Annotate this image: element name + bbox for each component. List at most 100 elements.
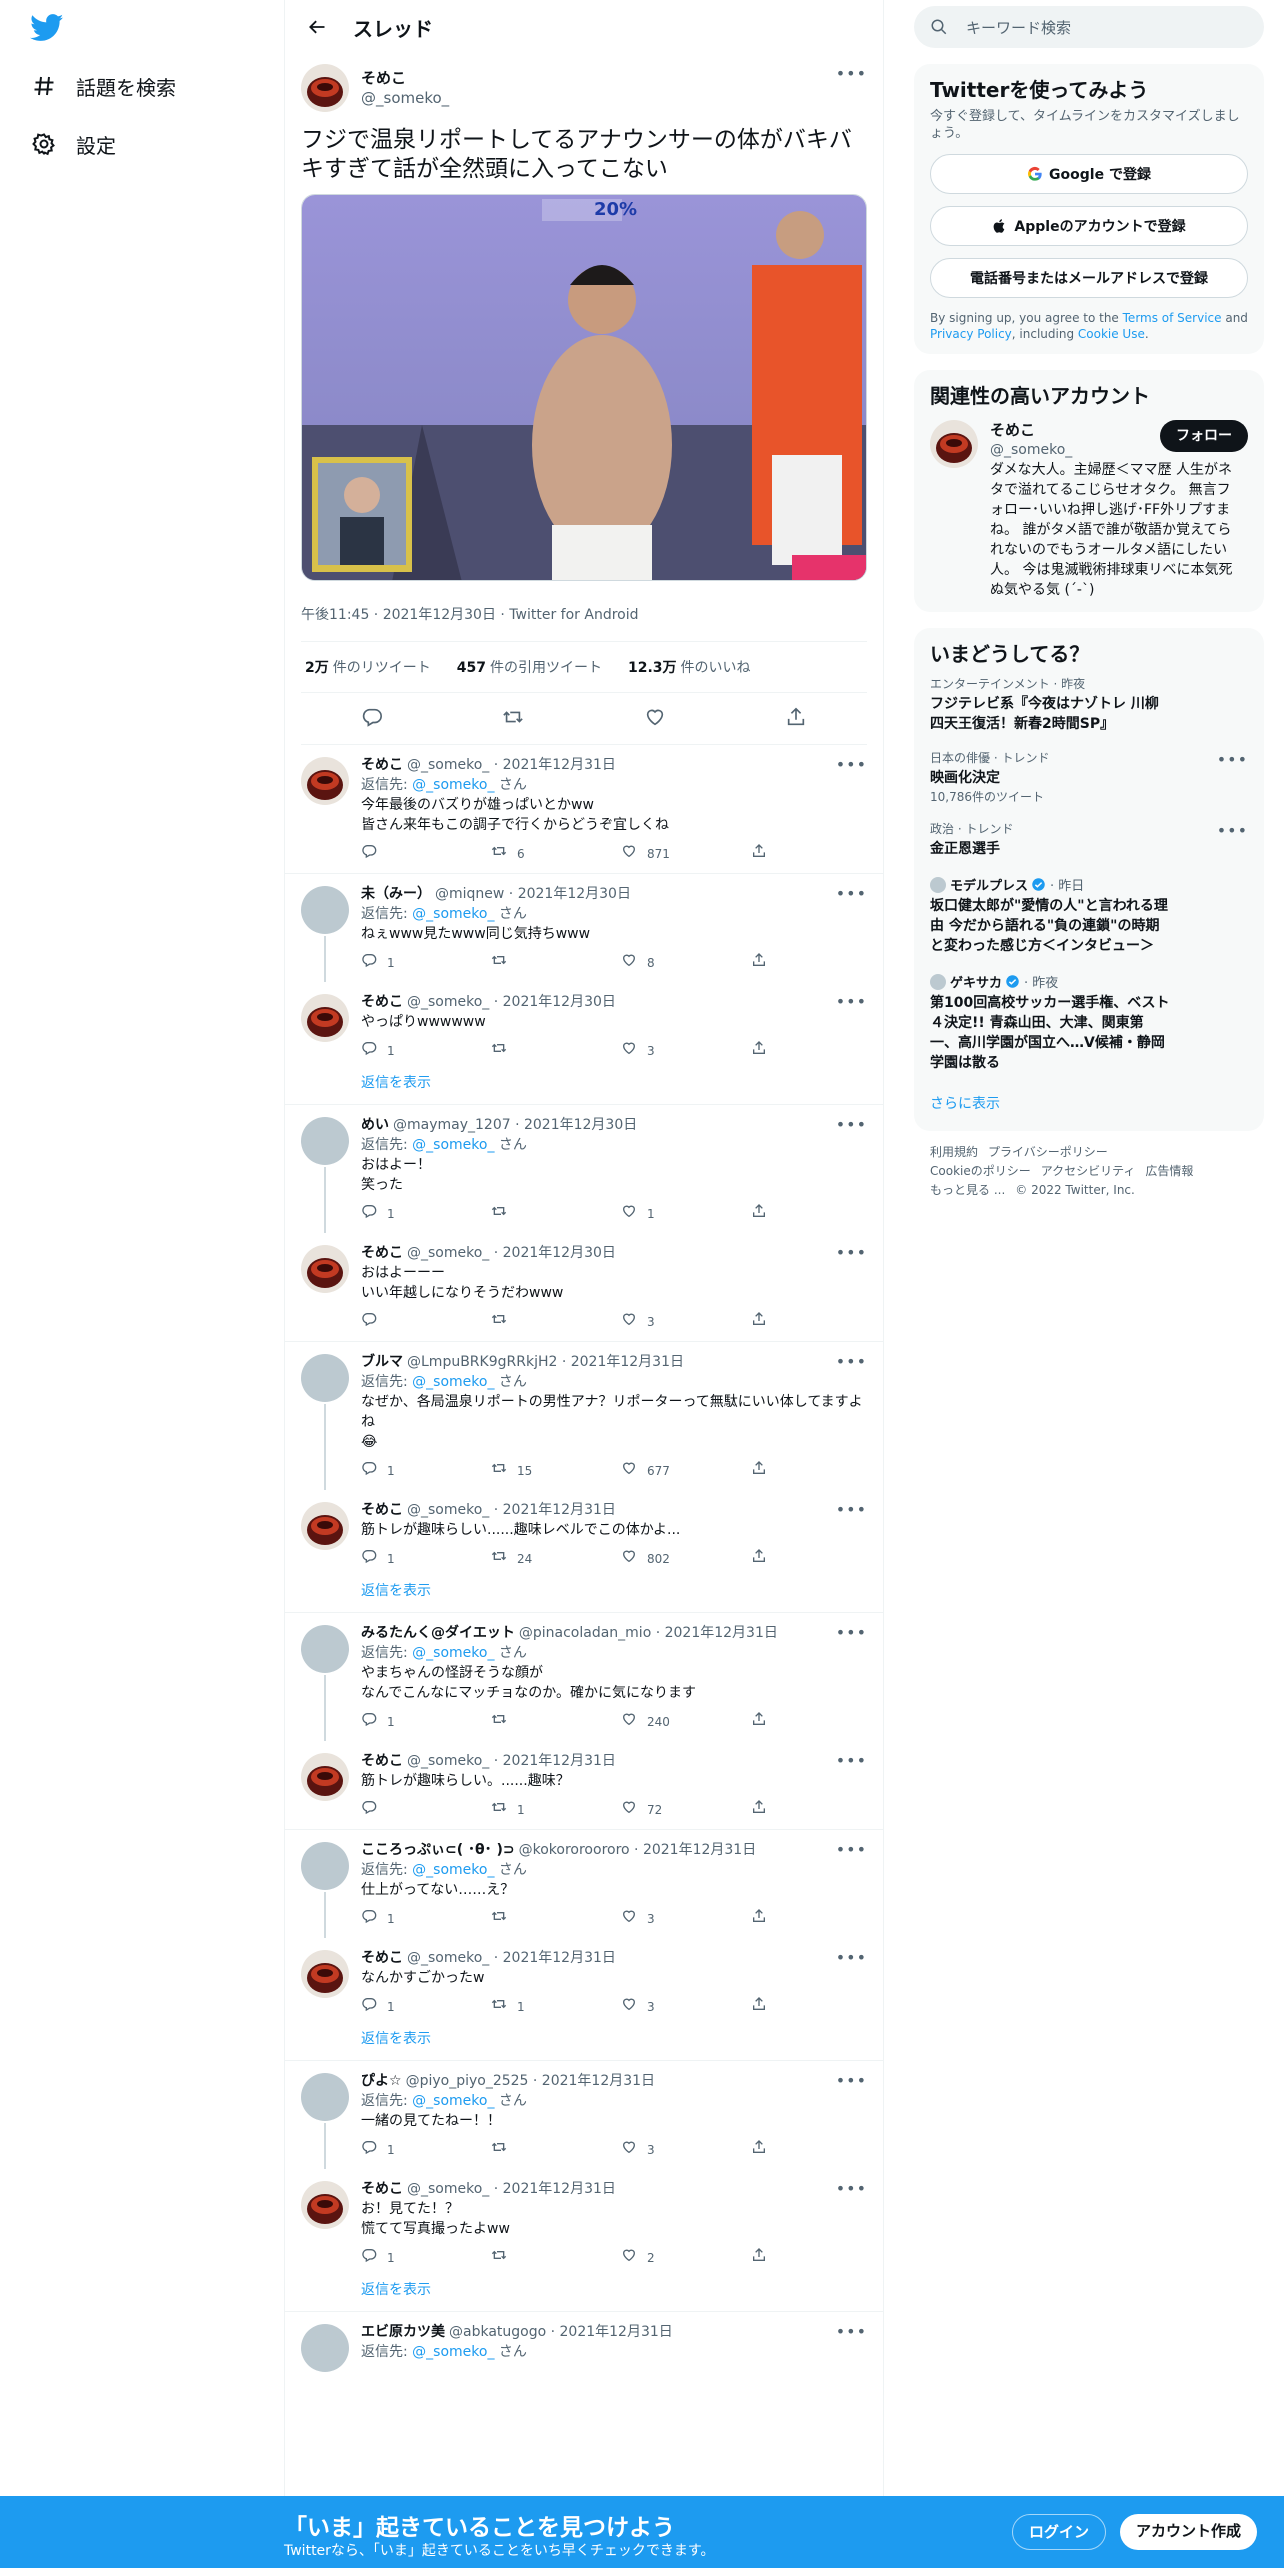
retweet-icon[interactable] <box>502 706 524 732</box>
reply-button[interactable]: 1 <box>361 1460 491 1482</box>
more-icon[interactable]: ••• <box>836 2179 867 2198</box>
footer-terms[interactable]: 利用規約 <box>930 1145 978 1159</box>
footer-more[interactable]: もっと見る ... <box>930 1183 1005 1197</box>
retweet-button[interactable]: 1 <box>491 1996 621 2018</box>
more-icon[interactable]: ••• <box>836 1352 867 1371</box>
show-replies-link[interactable]: 返信を表示 <box>361 2026 867 2060</box>
more-icon[interactable]: ••• <box>836 1948 867 1967</box>
retweet-button[interactable] <box>491 952 621 974</box>
more-icon[interactable]: ••• <box>1217 821 1248 840</box>
reply-author-name[interactable]: そめこ <box>361 755 403 775</box>
news-item[interactable]: ゲキサカ · 昨夜 第100回高校サッカー選手権、ベスト４決定!! 青森山田、大… <box>930 964 1248 1081</box>
search-input[interactable]: キーワード検索 <box>914 6 1264 48</box>
login-button[interactable]: ログイン <box>1012 2514 1107 2550</box>
retweet-button[interactable] <box>491 1311 621 1333</box>
reply-author-name[interactable]: 未（みー） <box>361 884 431 904</box>
reply-author-name[interactable]: ぴよ☆ <box>361 2071 402 2091</box>
reply-button[interactable]: 1 <box>361 1996 491 2018</box>
more-icon[interactable]: ••• <box>836 64 867 83</box>
avatar[interactable] <box>301 1842 349 1890</box>
more-icon[interactable]: ••• <box>836 1243 867 1262</box>
reply-to-handle[interactable]: @_someko_ <box>412 906 494 922</box>
share-button[interactable] <box>751 2139 791 2161</box>
reply-to-handle[interactable]: @_someko_ <box>412 1137 494 1153</box>
reply-tweet[interactable]: ••• ブルマ @LmpuBRK9gRRkjH2 · 2021年12月31日 返信先:… <box>285 1342 883 1490</box>
signup-button[interactable]: アカウント作成 <box>1120 2514 1258 2550</box>
retweet-button[interactable]: 6 <box>491 843 621 865</box>
reply-author-name[interactable]: こころっぷぃ⊂( ･θ･ )⊃ <box>361 1840 515 1860</box>
news-item[interactable]: モデルプレス · 昨日 坂口健太郎が"愛情の人"と言われる理由 今だから語れる"… <box>930 867 1248 964</box>
show-replies-link[interactable]: 返信を表示 <box>361 2277 867 2311</box>
show-more-link[interactable]: さらに表示 <box>930 1081 1248 1119</box>
reply-tweet[interactable]: ••• そめこ @_someko_ · 2021年12月31日 返信先: @_some… <box>285 745 883 873</box>
reply-tweet[interactable]: ••• そめこ @_someko_ · 2021年12月30日 おはよーーー いい年越… <box>285 1233 883 1341</box>
more-icon[interactable]: ••• <box>836 1751 867 1770</box>
reply-to-handle[interactable]: @_someko_ <box>412 2344 494 2360</box>
reply-author-name[interactable]: ブルマ <box>361 1352 403 1372</box>
reply-tweet[interactable]: ••• エビ原カツ美 @abkatugogo · 2021年12月31日 返信先: @… <box>285 2312 883 2372</box>
reply-tweet[interactable]: ••• そめこ @_someko_ · 2021年12月30日 やっぱりwwwwww 1… <box>285 982 883 1104</box>
reply-button[interactable]: 1 <box>361 1040 491 1062</box>
avatar[interactable] <box>301 2181 349 2229</box>
reply-tweet[interactable]: ••• めい @maymay_1207 · 2021年12月30日 返信先: @_so… <box>285 1105 883 1233</box>
like-button[interactable]: 3 <box>621 1311 751 1333</box>
retweet-button[interactable] <box>491 2247 621 2269</box>
trend-item[interactable]: 日本の俳優 · トレンド 映画化決定 10,786件のツイート ••• <box>930 742 1248 813</box>
share-button[interactable] <box>751 1799 791 1821</box>
nav-explore[interactable]: 話題を検索 <box>30 66 176 106</box>
nav-settings[interactable]: 設定 <box>30 124 116 164</box>
like-button[interactable]: 3 <box>621 1040 751 1062</box>
like-button[interactable]: 802 <box>621 1548 751 1570</box>
avatar[interactable] <box>301 994 349 1042</box>
retweet-button[interactable] <box>491 2139 621 2161</box>
retweet-button[interactable] <box>491 1203 621 1225</box>
share-button[interactable] <box>751 1908 791 1930</box>
reply-tweet[interactable]: ••• ぴよ☆ @piyo_piyo_2525 · 2021年12月31日 返信先: … <box>285 2061 883 2169</box>
share-button[interactable] <box>751 843 791 865</box>
twitter-logo-icon[interactable] <box>30 14 64 42</box>
avatar[interactable] <box>301 1245 349 1293</box>
like-button[interactable]: 1 <box>621 1203 751 1225</box>
reply-author-name[interactable]: エビ原カツ美 <box>361 2322 445 2342</box>
like-button[interactable]: 2 <box>621 2247 751 2269</box>
reply-tweet[interactable]: ••• こころっぷぃ⊂( ･θ･ )⊃ @kokororoororo · 2021年… <box>285 1830 883 1938</box>
reply-button[interactable]: 1 <box>361 1203 491 1225</box>
retweet-button[interactable]: 15 <box>491 1460 621 1482</box>
share-button[interactable] <box>751 952 791 974</box>
reply-to-handle[interactable]: @_someko_ <box>412 1374 494 1390</box>
like-button[interactable]: 72 <box>621 1799 751 1821</box>
avatar[interactable] <box>301 1117 349 1165</box>
share-button[interactable] <box>751 1040 791 1062</box>
related-account[interactable]: そめこ @_someko_ ダメな大人。主婦歴＜ママ歴 人生がネタで溢れてるこじ… <box>930 420 1248 600</box>
avatar[interactable] <box>301 1502 349 1550</box>
reply-tweet[interactable]: ••• そめこ @_someko_ · 2021年12月31日 お！見てた！？ 慌てて… <box>285 2169 883 2311</box>
reply-tweet[interactable]: ••• みるたんく@ダイエット @pinacoladan_mio · 2021年12… <box>285 1613 883 1741</box>
reply-author-name[interactable]: そめこ <box>361 992 403 1012</box>
reply-to-handle[interactable]: @_someko_ <box>412 1645 494 1661</box>
more-icon[interactable]: ••• <box>836 884 867 903</box>
tweet-photo[interactable]: 20% <box>301 194 867 581</box>
phone-email-signup-button[interactable]: 電話番号またはメールアドレスで登録 <box>930 258 1248 298</box>
share-button[interactable] <box>751 1711 791 1733</box>
avatar[interactable] <box>301 2073 349 2121</box>
reply-tweet[interactable]: ••• そめこ @_someko_ · 2021年12月31日 筋トレが趣味らしい..… <box>285 1490 883 1612</box>
avatar[interactable] <box>930 420 978 468</box>
reply-author-name[interactable]: めい <box>361 1115 389 1135</box>
more-icon[interactable]: ••• <box>1217 750 1248 769</box>
quote-stat[interactable]: 457 件の引用ツイート <box>457 657 602 677</box>
reply-icon[interactable] <box>361 706 383 732</box>
reply-button[interactable]: 1 <box>361 2139 491 2161</box>
footer-cookie[interactable]: Cookieのポリシー <box>930 1164 1031 1178</box>
footer-accessibility[interactable]: アクセシビリティ <box>1041 1164 1136 1178</box>
avatar[interactable] <box>301 2324 349 2372</box>
reply-button[interactable]: 1 <box>361 1548 491 1570</box>
avatar[interactable] <box>301 757 349 805</box>
share-button[interactable] <box>751 1311 791 1333</box>
show-replies-link[interactable]: 返信を表示 <box>361 1578 867 1612</box>
share-button[interactable] <box>751 1460 791 1482</box>
cookie-link[interactable]: Cookie Use <box>1078 327 1145 341</box>
more-icon[interactable]: ••• <box>836 992 867 1011</box>
retweet-button[interactable]: 24 <box>491 1548 621 1570</box>
more-icon[interactable]: ••• <box>836 2322 867 2341</box>
reply-to-handle[interactable]: @_someko_ <box>412 2093 494 2109</box>
